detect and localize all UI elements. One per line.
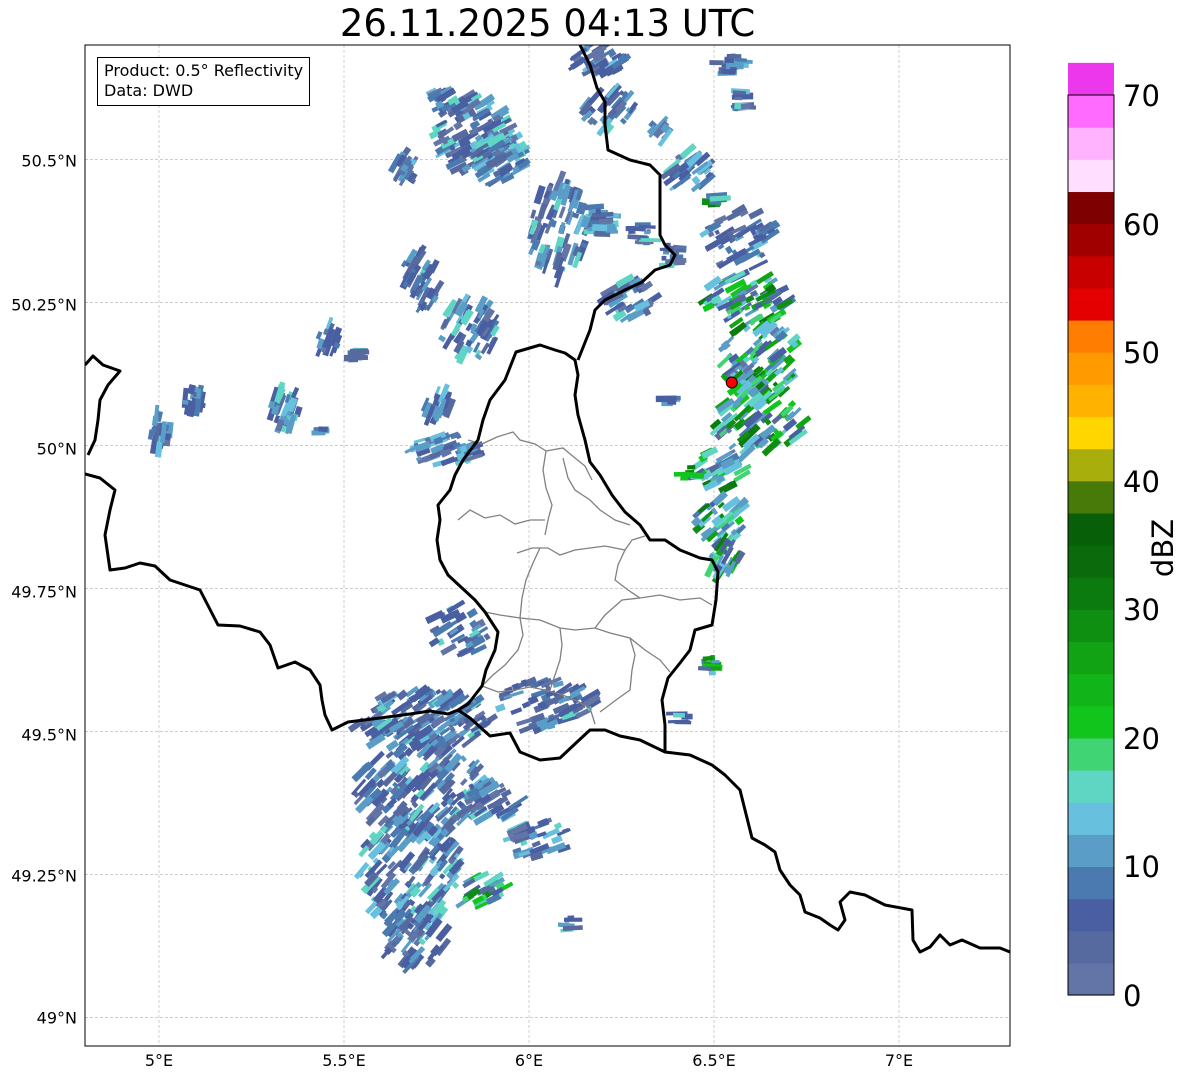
echo-cell: [687, 465, 696, 470]
lon-label: 6.5°E: [692, 1051, 736, 1070]
echo-cell: [595, 208, 601, 215]
colorbar-bin: [1068, 62, 1114, 96]
echo-cell: [675, 720, 692, 725]
lon-label: 7°E: [884, 1051, 914, 1070]
echo-cell: [644, 230, 650, 235]
colorbar-bin: [1068, 352, 1114, 385]
colorbar-tick: 60: [1123, 208, 1160, 242]
echo-cell: [734, 96, 743, 101]
lon-label: 6°E: [514, 1051, 544, 1070]
colorbar-bin: [1068, 545, 1114, 578]
colorbar-bin: [1068, 577, 1114, 610]
colorbar-bin: [1068, 930, 1114, 964]
colorbar-bin: [1068, 866, 1114, 900]
colorbar-bin: [1068, 802, 1114, 835]
lat-label: 49.25°N: [11, 866, 77, 886]
echo-cell: [639, 238, 662, 243]
colorbar-bin: [1068, 770, 1114, 803]
echo-cell: [628, 226, 636, 234]
colorbar-bin: [1068, 673, 1114, 707]
echo-cell: [740, 103, 752, 110]
colorbar-bin: [1068, 384, 1114, 418]
echo-cell: [675, 248, 685, 253]
lat-label: 50°N: [36, 439, 77, 459]
echo-cell: [672, 712, 685, 718]
lat-label: 49°N: [36, 1008, 77, 1028]
product-line: Product: 0.5° Reflectivity: [104, 61, 304, 80]
colorbar-bin: [1068, 737, 1114, 771]
colorbar-bin: [1068, 287, 1114, 321]
lon-label: 5.5°E: [322, 1051, 366, 1070]
colorbar-tick: 20: [1123, 722, 1160, 756]
lat-label: 49.75°N: [11, 582, 77, 602]
colorbar-tick: 10: [1123, 850, 1160, 884]
echo-cell: [592, 224, 608, 232]
echo-cell: [709, 60, 724, 66]
colorbar-tick: 40: [1123, 465, 1160, 499]
echo-cell: [564, 917, 583, 922]
echo-cell: [627, 234, 641, 240]
echo-cell: [667, 398, 677, 405]
colorbar-bin: [1068, 416, 1114, 450]
colorbar-tick: 70: [1123, 79, 1160, 113]
colorbar-bin: [1068, 223, 1114, 257]
colorbar-bin: [1068, 898, 1114, 932]
colorbar-tick: 0: [1123, 979, 1142, 1013]
echo-cell: [318, 426, 328, 432]
colorbar-bin: [1068, 448, 1114, 482]
echo-cell: [711, 660, 720, 664]
colorbar-bin: [1068, 127, 1114, 160]
colorbar-bin: [1068, 480, 1114, 514]
colorbar-bin: [1068, 962, 1114, 996]
lon-label: 5°E: [144, 1051, 174, 1070]
data-source-line: Data: DWD: [104, 81, 194, 100]
echo-cell: [638, 225, 656, 229]
echo-cell: [182, 399, 189, 405]
echo-cell: [729, 67, 737, 72]
colorbar-label: dBZ: [1146, 518, 1180, 578]
radar-site-marker: [725, 376, 738, 389]
colorbar-bin: [1068, 705, 1114, 739]
colorbar-bin: [1068, 255, 1114, 289]
colorbar: [1068, 62, 1114, 996]
lat-label: 49.5°N: [21, 725, 77, 745]
echo-cell: [349, 348, 369, 353]
lat-label: 50.25°N: [11, 295, 77, 315]
echo-cell: [605, 227, 614, 233]
echo-cell: [697, 665, 712, 672]
colorbar-bin: [1068, 512, 1114, 546]
product-info-box: Product: 0.5° Reflectivity Data: DWD: [97, 57, 311, 106]
colorbar-tick: 30: [1123, 593, 1160, 627]
colorbar-tick: 50: [1123, 336, 1160, 370]
colorbar-bin: [1068, 641, 1114, 675]
echo-cell: [598, 218, 613, 225]
colorbar-bin: [1068, 95, 1114, 128]
colorbar-bin: [1068, 159, 1114, 193]
colorbar-bin: [1068, 320, 1114, 353]
lat-label: 50.5°N: [21, 151, 77, 171]
radar-map: [84, 44, 1115, 1047]
colorbar-bin: [1068, 609, 1114, 643]
colorbar-bin: [1068, 191, 1114, 225]
echo-cell: [343, 354, 358, 362]
colorbar-bin: [1068, 834, 1114, 868]
